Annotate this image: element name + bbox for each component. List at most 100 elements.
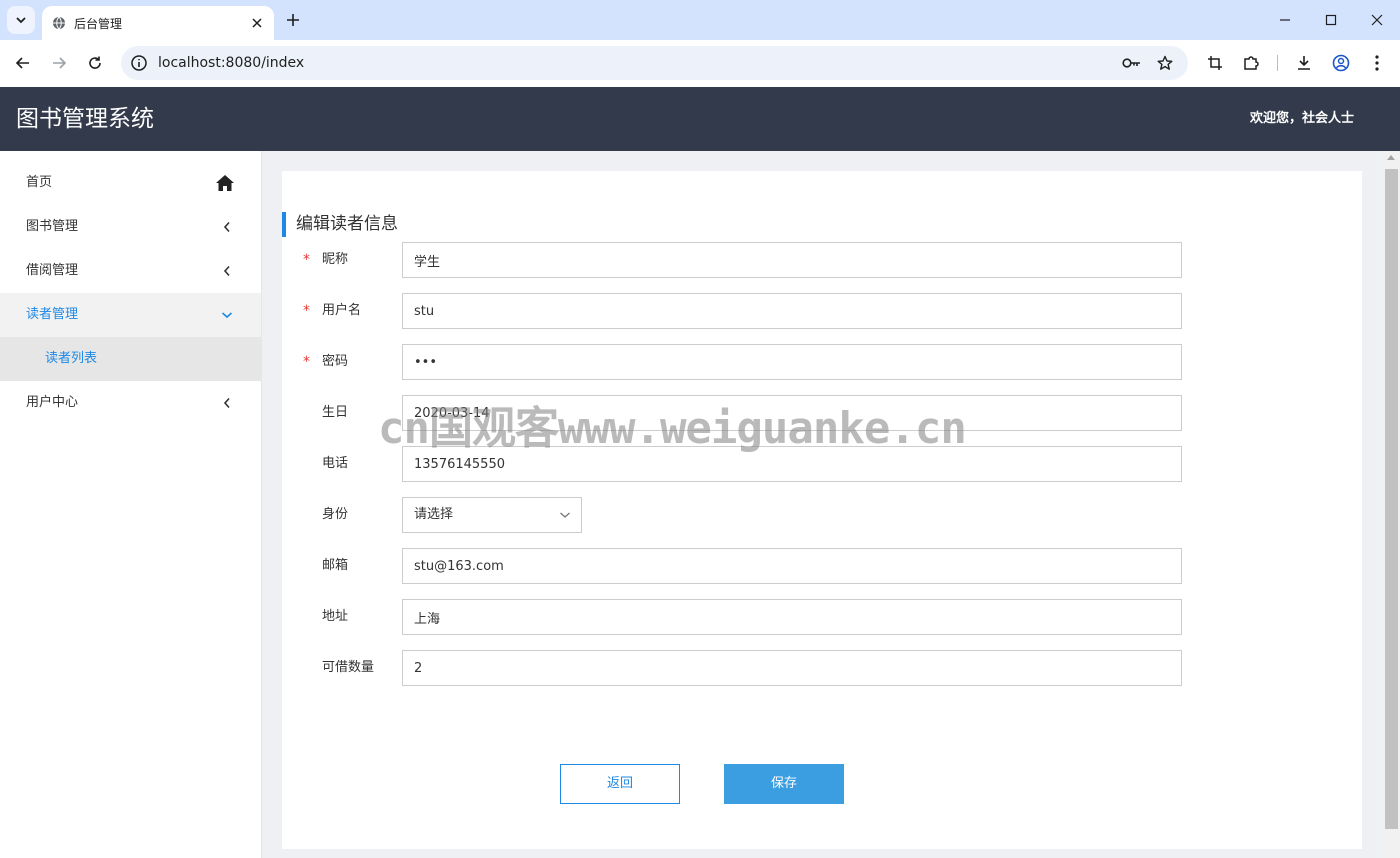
browser-tab[interactable]: 后台管理 xyxy=(42,6,274,40)
maximize-button[interactable] xyxy=(1308,0,1354,40)
birthday-label: 生日 xyxy=(322,405,349,420)
form-row-borrow-limit: 可借数量 xyxy=(282,650,1362,686)
form-row-username: * 用户名 xyxy=(282,293,1362,329)
password-key-button[interactable] xyxy=(1122,53,1142,73)
welcome-text: 欢迎您，社会人士 xyxy=(1249,111,1354,126)
bookmark-star-button[interactable] xyxy=(1155,53,1175,73)
form-row-password: * 密码 xyxy=(282,344,1362,380)
home-icon xyxy=(216,175,234,191)
page-scrollbar[interactable] xyxy=(1383,151,1400,858)
email-input[interactable] xyxy=(402,548,1182,584)
sidebar-item-borrow-management[interactable]: 借阅管理 xyxy=(0,249,261,293)
username-input[interactable] xyxy=(402,293,1182,329)
globe-icon xyxy=(53,16,65,30)
form-row-email: 邮箱 xyxy=(282,548,1362,584)
puzzle-icon xyxy=(1244,56,1259,70)
url-text[interactable]: localhost:8080/index xyxy=(158,46,304,80)
save-button[interactable]: 保存 xyxy=(724,764,844,804)
borrow-limit-label: 可借数量 xyxy=(322,660,375,675)
download-icon xyxy=(1298,56,1310,70)
phone-input[interactable] xyxy=(402,446,1182,482)
form-row-identity: 身份 请选择 xyxy=(282,497,1362,533)
required-mark: * xyxy=(303,354,310,370)
close-icon xyxy=(252,18,262,28)
star-icon xyxy=(1157,55,1173,70)
sidebar-item-label: 读者管理 xyxy=(26,307,79,322)
maximize-icon xyxy=(1325,14,1337,26)
chevron-down-icon xyxy=(560,512,570,518)
arrow-right-icon xyxy=(53,57,67,69)
toolbar-separator xyxy=(1277,55,1278,71)
chevron-left-icon xyxy=(223,221,230,233)
chevron-left-icon xyxy=(223,397,230,409)
arrow-left-icon xyxy=(15,57,29,69)
sidebar-item-label: 首页 xyxy=(26,175,53,190)
page-title: 编辑读者信息 xyxy=(282,212,398,237)
downloads-button[interactable] xyxy=(1293,52,1315,74)
address-bar[interactable]: localhost:8080/index xyxy=(121,46,1188,80)
close-icon xyxy=(1371,14,1383,26)
form-row-phone: 电话 xyxy=(282,446,1362,482)
password-label: 密码 xyxy=(322,354,349,369)
email-label: 邮箱 xyxy=(322,558,349,573)
scrollbar-thumb[interactable] xyxy=(1385,169,1398,829)
tab-close-button[interactable] xyxy=(248,14,266,32)
sidebar-item-label: 用户中心 xyxy=(26,395,79,410)
profile-button[interactable] xyxy=(1330,52,1352,74)
identity-label: 身份 xyxy=(322,507,349,522)
back-nav-button[interactable] xyxy=(9,49,37,77)
browser-tab-title: 后台管理 xyxy=(74,16,123,31)
nickname-input[interactable] xyxy=(402,242,1182,278)
back-button[interactable]: 返回 xyxy=(560,764,680,804)
sidebar-item-reader-management[interactable]: 读者管理 xyxy=(0,293,261,337)
required-mark: * xyxy=(303,303,310,319)
reload-button[interactable] xyxy=(81,49,109,77)
reload-icon xyxy=(89,56,101,69)
screenshot-button[interactable] xyxy=(1204,52,1226,74)
forward-nav-button[interactable] xyxy=(45,49,73,77)
sidebar: 首页 图书管理 借阅管理 读者管理 读者列表 用户中心 xyxy=(0,151,262,858)
nickname-label: 昵称 xyxy=(322,252,349,267)
app-header: 图书管理系统 欢迎您，社会人士 xyxy=(0,87,1400,151)
identity-select[interactable]: 请选择 xyxy=(402,497,582,533)
sidebar-item-home[interactable]: 首页 xyxy=(0,161,261,205)
browser-menu-button[interactable] xyxy=(1366,52,1388,74)
phone-label: 电话 xyxy=(322,456,349,471)
sidebar-item-label: 图书管理 xyxy=(26,219,79,234)
plus-icon xyxy=(287,14,299,26)
more-vertical-icon xyxy=(1375,55,1379,71)
birthday-input[interactable] xyxy=(402,395,1182,431)
chevron-down-icon xyxy=(16,17,26,24)
form-row-address: 地址 xyxy=(282,599,1362,635)
chevron-left-icon xyxy=(223,265,230,277)
browser-toolbar: localhost:8080/index xyxy=(0,40,1400,87)
chevron-down-icon xyxy=(221,312,233,319)
sidebar-item-book-management[interactable]: 图书管理 xyxy=(0,205,261,249)
password-input[interactable] xyxy=(402,344,1182,380)
minimize-button[interactable] xyxy=(1262,0,1308,40)
sidebar-subitem-reader-list[interactable]: 读者列表 xyxy=(0,337,261,381)
account-icon xyxy=(1332,54,1350,72)
info-icon[interactable] xyxy=(130,54,148,72)
key-icon xyxy=(1122,58,1140,68)
required-mark: * xyxy=(303,252,310,268)
tab-search-button[interactable] xyxy=(7,6,35,34)
close-window-button[interactable] xyxy=(1354,0,1400,40)
main-content: 编辑读者信息 * 昵称 * 用户名 * 密码 生日 电话 身份 请选择 xyxy=(262,151,1383,858)
username-label: 用户名 xyxy=(322,303,362,318)
new-tab-button[interactable] xyxy=(282,9,304,31)
address-label: 地址 xyxy=(322,609,349,624)
minimize-icon xyxy=(1280,19,1290,21)
scroll-up-arrow-icon[interactable] xyxy=(1387,155,1395,160)
form-row-nickname: * 昵称 xyxy=(282,242,1362,278)
address-input[interactable] xyxy=(402,599,1182,635)
form-row-birthday: 生日 xyxy=(282,395,1362,431)
extensions-button[interactable] xyxy=(1240,52,1262,74)
borrow-limit-input[interactable] xyxy=(402,650,1182,686)
app-title: 图书管理系统 xyxy=(16,106,154,132)
sidebar-item-user-center[interactable]: 用户中心 xyxy=(0,381,261,425)
browser-tab-strip: 后台管理 xyxy=(0,0,1400,40)
edit-reader-panel: 编辑读者信息 * 昵称 * 用户名 * 密码 生日 电话 身份 请选择 xyxy=(282,171,1362,849)
crop-icon xyxy=(1208,56,1222,70)
sidebar-item-label: 借阅管理 xyxy=(26,263,79,278)
